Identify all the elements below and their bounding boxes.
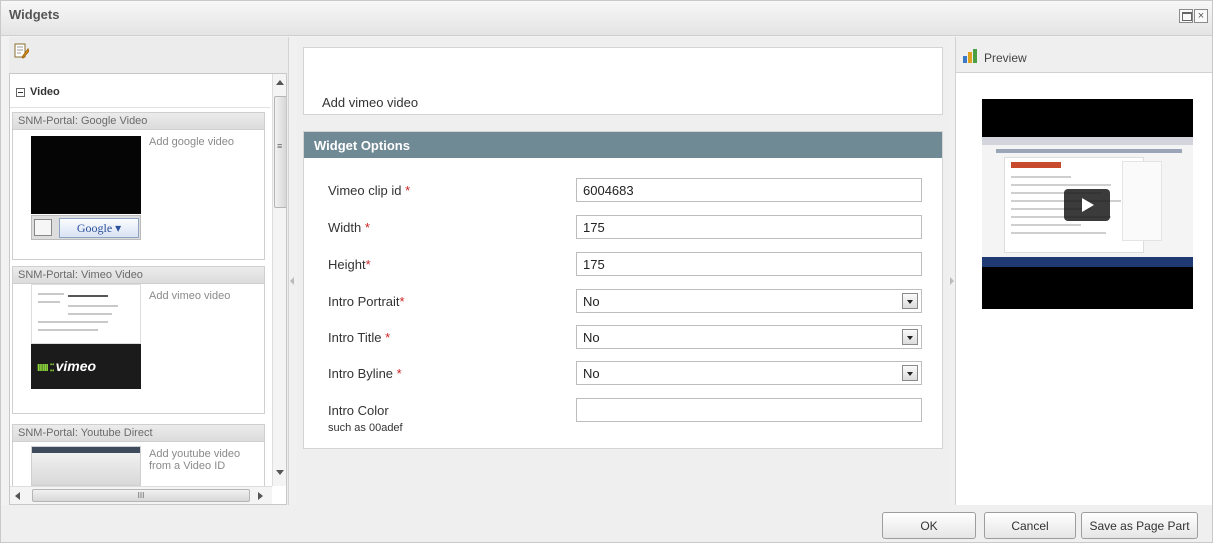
horizontal-scrollbar[interactable]: III <box>10 486 272 504</box>
widget-card-title: SNM-Portal: Youtube Direct <box>13 425 264 442</box>
widgets-dialog: Widgets × Video SNM-Portal: Google Video <box>0 0 1213 543</box>
widget-card-title: SNM-Portal: Google Video <box>13 113 264 130</box>
vimeo-thumbnail <box>31 284 141 344</box>
widget-card-description: Add youtube video from a Video ID <box>149 448 241 472</box>
window-title: Widgets <box>9 7 60 22</box>
scroll-right-icon[interactable] <box>258 492 263 500</box>
field-row-clip-id: Vimeo clip id * <box>304 178 942 206</box>
height-input[interactable] <box>576 252 922 276</box>
dropdown-arrow-icon[interactable] <box>902 365 918 381</box>
section-label: Video <box>30 86 60 98</box>
vimeo-logo: IIIIII ⁚⁚ vimeo <box>31 344 141 389</box>
width-input[interactable] <box>576 215 922 239</box>
intro-title-select[interactable]: No <box>576 325 922 349</box>
widget-library-panel: Video SNM-Portal: Google Video Google ▾ … <box>9 37 289 505</box>
fullscreen-icon <box>34 219 52 236</box>
intro-byline-select[interactable]: No <box>576 361 922 385</box>
edit-widget-icon[interactable] <box>13 43 29 59</box>
field-label: Vimeo clip id * <box>328 183 411 198</box>
preview-video[interactable] <box>982 99 1193 309</box>
left-splitter[interactable] <box>289 37 297 505</box>
widget-options-header: Widget Options <box>304 132 942 158</box>
dialog-footer: OK Cancel Save as Page Part <box>1 505 1212 542</box>
scroll-thumb[interactable] <box>274 96 286 208</box>
maximize-icon[interactable] <box>1179 9 1193 23</box>
widget-description-box: Add vimeo video <box>303 47 943 115</box>
intro-portrait-select[interactable]: No <box>576 289 922 313</box>
widget-card-description: Add vimeo video <box>149 290 231 302</box>
field-row-width: Width * <box>304 215 942 243</box>
ok-button[interactable]: OK <box>882 512 976 539</box>
widget-card-title: SNM-Portal: Vimeo Video <box>13 267 264 284</box>
preview-label: Preview <box>984 51 1027 65</box>
play-icon[interactable] <box>1064 189 1110 221</box>
section-header-video[interactable]: Video <box>10 74 270 108</box>
horizontal-scroll-thumb[interactable]: III <box>32 489 250 502</box>
field-label: Intro Byline * <box>328 366 402 381</box>
field-hint: such as 00adef <box>328 422 403 434</box>
collapse-icon[interactable] <box>16 88 25 97</box>
vertical-scrollbar[interactable] <box>272 74 286 486</box>
widget-config-panel: Add vimeo video Widget Options Vimeo cli… <box>297 37 949 505</box>
widget-options-panel: Widget Options Vimeo clip id * Width * H… <box>303 131 943 449</box>
save-as-page-part-button[interactable]: Save as Page Part <box>1081 512 1198 539</box>
title-bar[interactable]: Widgets × <box>1 1 1212 36</box>
dropdown-arrow-icon[interactable] <box>902 293 918 309</box>
widget-list[interactable]: Video SNM-Portal: Google Video Google ▾ … <box>9 73 287 505</box>
preview-chart-icon <box>963 49 977 63</box>
field-row-intro-color: Intro Color such as 00adef <box>304 398 942 442</box>
dropdown-arrow-icon[interactable] <box>902 329 918 345</box>
widget-card-description: Add google video <box>149 136 235 148</box>
google-video-logo: Google ▾ <box>59 218 139 238</box>
field-row-intro-byline: Intro Byline * No <box>304 361 942 389</box>
widget-card-vimeo-video[interactable]: SNM-Portal: Vimeo Video IIIIII ⁚⁚ vimeo … <box>12 266 265 414</box>
scroll-left-icon[interactable] <box>15 492 20 500</box>
field-label: Width * <box>328 220 370 235</box>
preview-panel: Preview <box>955 37 1212 505</box>
scroll-down-icon[interactable] <box>276 470 284 475</box>
widget-card-google-video[interactable]: SNM-Portal: Google Video Google ▾ Add go… <box>12 112 265 260</box>
youtube-thumbnail <box>31 446 141 486</box>
cancel-button[interactable]: Cancel <box>984 512 1076 539</box>
google-video-thumbnail <box>31 136 141 214</box>
preview-header: Preview <box>956 37 1212 73</box>
field-label: Intro Color such as 00adef <box>328 403 403 434</box>
field-row-intro-portrait: Intro Portrait* No <box>304 289 942 317</box>
field-label: Intro Portrait* <box>328 294 405 309</box>
field-label: Height* <box>328 257 371 272</box>
google-video-toolbar: Google ▾ <box>31 215 141 240</box>
close-icon[interactable]: × <box>1194 9 1208 23</box>
intro-color-input[interactable] <box>576 398 922 422</box>
widget-description: Add vimeo video <box>322 95 419 110</box>
vimeo-clip-id-input[interactable] <box>576 178 922 202</box>
field-label: Intro Title * <box>328 330 391 345</box>
scroll-up-icon[interactable] <box>276 80 284 85</box>
field-row-intro-title: Intro Title * No <box>304 325 942 353</box>
field-row-height: Height* <box>304 252 942 280</box>
